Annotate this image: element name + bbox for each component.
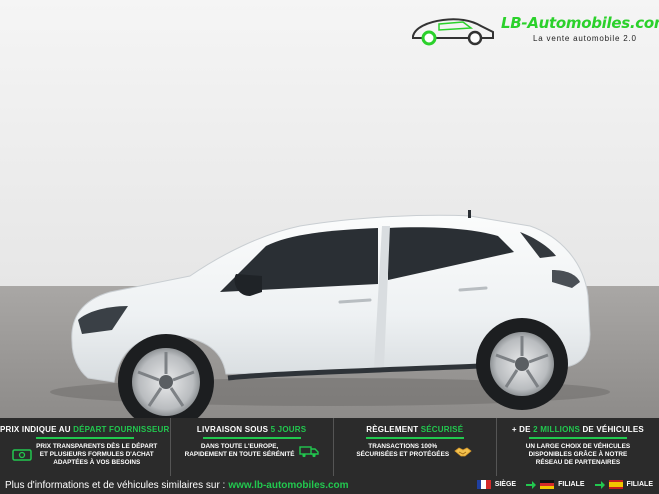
column-text: TRANSACTIONS 100% SÉCURISÉES ET PROTÉGÉE… [356,443,450,458]
front-door-handle [338,298,372,304]
title-underline [35,437,134,439]
site-label: FILIALE [558,481,585,488]
column-title: RÈGLEMENT SÉCURISÉ [366,425,464,434]
brand-tagline: La vente automobile 2.0 [533,34,637,43]
column-title: LIVRAISON SOUS 5 JOURS [196,425,307,434]
delivery-truck-icon [298,446,319,458]
column-text: DANS TOUTE L'EUROPE, RAPIDEMENT EN TOUTE… [184,443,295,458]
site-label: FILIALE [626,481,653,488]
title-underline [365,437,464,439]
car-photo: LB-Automobiles.com La vente automobile 2… [0,0,659,418]
sites-list: SIÈGE FILIALE FILIALE [476,480,653,489]
title-underline [202,437,301,439]
arrow-right-icon [594,480,605,489]
germany-flag-icon [540,480,555,489]
rear-door-handle [458,286,488,292]
roof-antenna [468,210,471,218]
banner-footer: Plus d'informations et de véhicules simi… [0,477,659,494]
handshake-icon [454,447,472,457]
website-link[interactable]: www.lb-automobiles.com [228,480,348,491]
column-text: UN LARGE CHOIX DE VÉHICULES DISPONIBLES … [525,443,631,466]
site-label: SIÈGE [494,481,517,488]
column-title: + DE 2 MILLIONS DE VÉHICULES [511,425,644,434]
banner-column-delivery: LIVRAISON SOUS 5 JOURS DANS TOUTE L'EURO… [169,418,333,476]
column-text: PRIX TRANSPARENTS DÈS LE DÉPART ET PLUSI… [36,443,158,466]
title-underline [528,437,627,439]
banner-column-vehicles: + DE 2 MILLIONS DE VÉHICULES UN LARGE CH… [495,418,659,476]
arrow-right-icon [526,480,537,489]
car-silhouette-logo-icon [412,18,494,46]
brand-logo[interactable]: LB-Automobiles.com La vente automobile 2… [409,10,659,50]
brand-name: LB-Automobiles.com [501,14,659,32]
car-photo-svg [0,0,659,418]
footer-text: Plus d'informations et de véhicules simi… [5,480,226,491]
rear-wheel [476,318,568,410]
info-banner: PRIX INDIQUE AU DÉPART FOURNISSEUR PRIX … [0,418,659,494]
banner-columns: PRIX INDIQUE AU DÉPART FOURNISSEUR PRIX … [0,418,659,476]
banner-column-payment: RÈGLEMENT SÉCURISÉ TRANSACTIONS 100% SÉC… [332,418,496,476]
banner-column-price: PRIX INDIQUE AU DÉPART FOURNISSEUR PRIX … [0,418,170,476]
france-flag-icon [476,480,491,489]
spain-flag-icon [608,480,623,489]
banknote-icon [12,449,32,461]
column-title: PRIX INDIQUE AU DÉPART FOURNISSEUR [0,425,170,434]
